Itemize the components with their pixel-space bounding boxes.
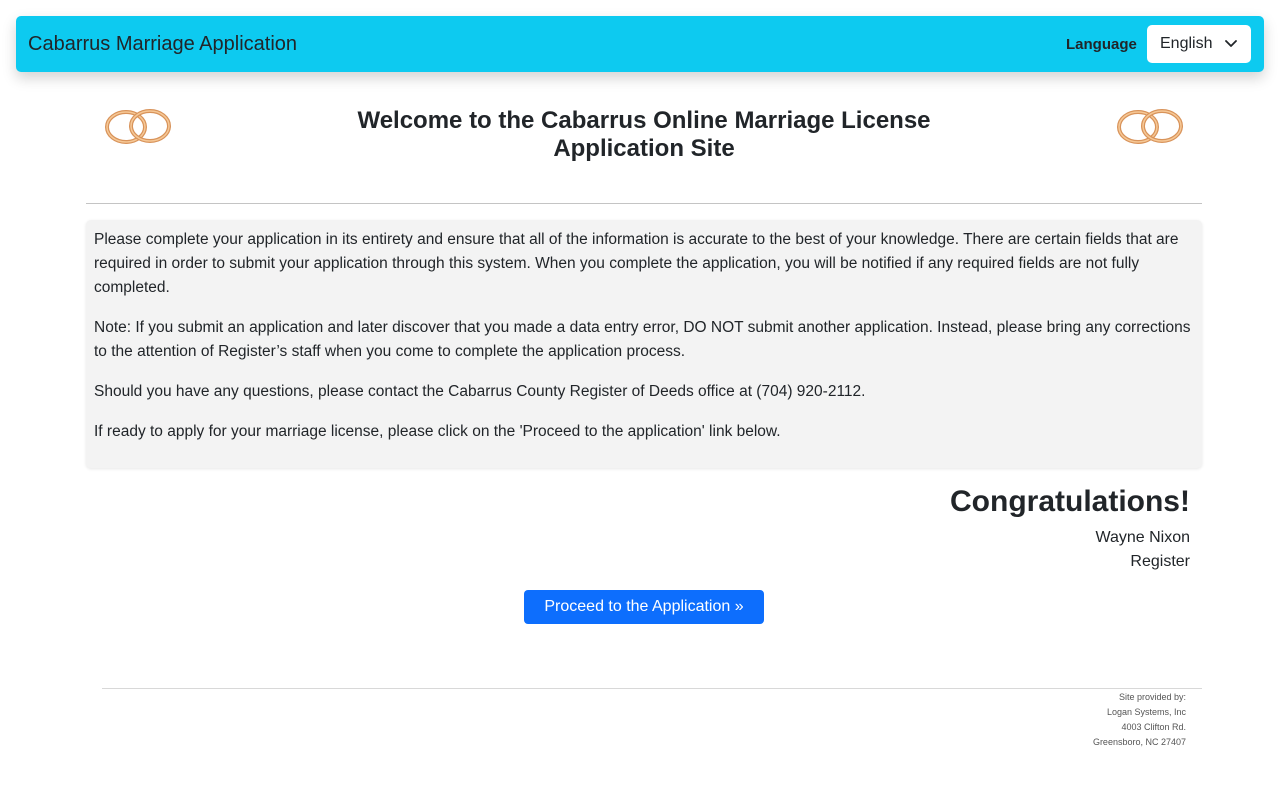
language-selected-value: English — [1160, 35, 1213, 52]
divider — [86, 203, 1202, 204]
instructions-paragraph: Please complete your application in its … — [94, 231, 1179, 296]
congratulations-heading: Congratulations! — [950, 485, 1190, 518]
credits-street: 4003 Clifton Rd. — [1121, 722, 1186, 732]
welcome-title: Welcome to the Cabarrus Online Marriage … — [357, 107, 931, 162]
wedding-rings-icon — [105, 109, 171, 144]
language-select[interactable]: English — [1147, 25, 1251, 63]
footer-divider — [102, 688, 1202, 689]
credits-city: Greensboro, NC 27407 — [1092, 737, 1186, 747]
contact-paragraph: Should you have any questions, please co… — [94, 383, 866, 400]
chevron-down-icon — [1225, 40, 1237, 47]
credits-line: Site provided by: — [1118, 692, 1186, 702]
language-label: Language — [1066, 36, 1137, 53]
app-brand[interactable]: Cabarrus Marriage Application — [28, 32, 297, 56]
register-name: Wayne Nixon — [1095, 529, 1190, 546]
site-credits: Site provided by: Logan Systems, Inc 400… — [1093, 690, 1186, 750]
note-paragraph: Note: If you submit an application and l… — [94, 319, 1191, 360]
register-title: Register — [1130, 553, 1190, 570]
wedding-rings-icon — [1117, 109, 1183, 144]
top-navbar: Cabarrus Marriage Application Language E… — [16, 16, 1264, 72]
instructions-panel: Please complete your application in its … — [86, 220, 1202, 468]
proceed-hint-paragraph: If ready to apply for your marriage lice… — [94, 423, 781, 440]
credits-company: Logan Systems, Inc — [1106, 707, 1186, 717]
proceed-to-application-button[interactable]: Proceed to the Application » — [524, 590, 764, 624]
